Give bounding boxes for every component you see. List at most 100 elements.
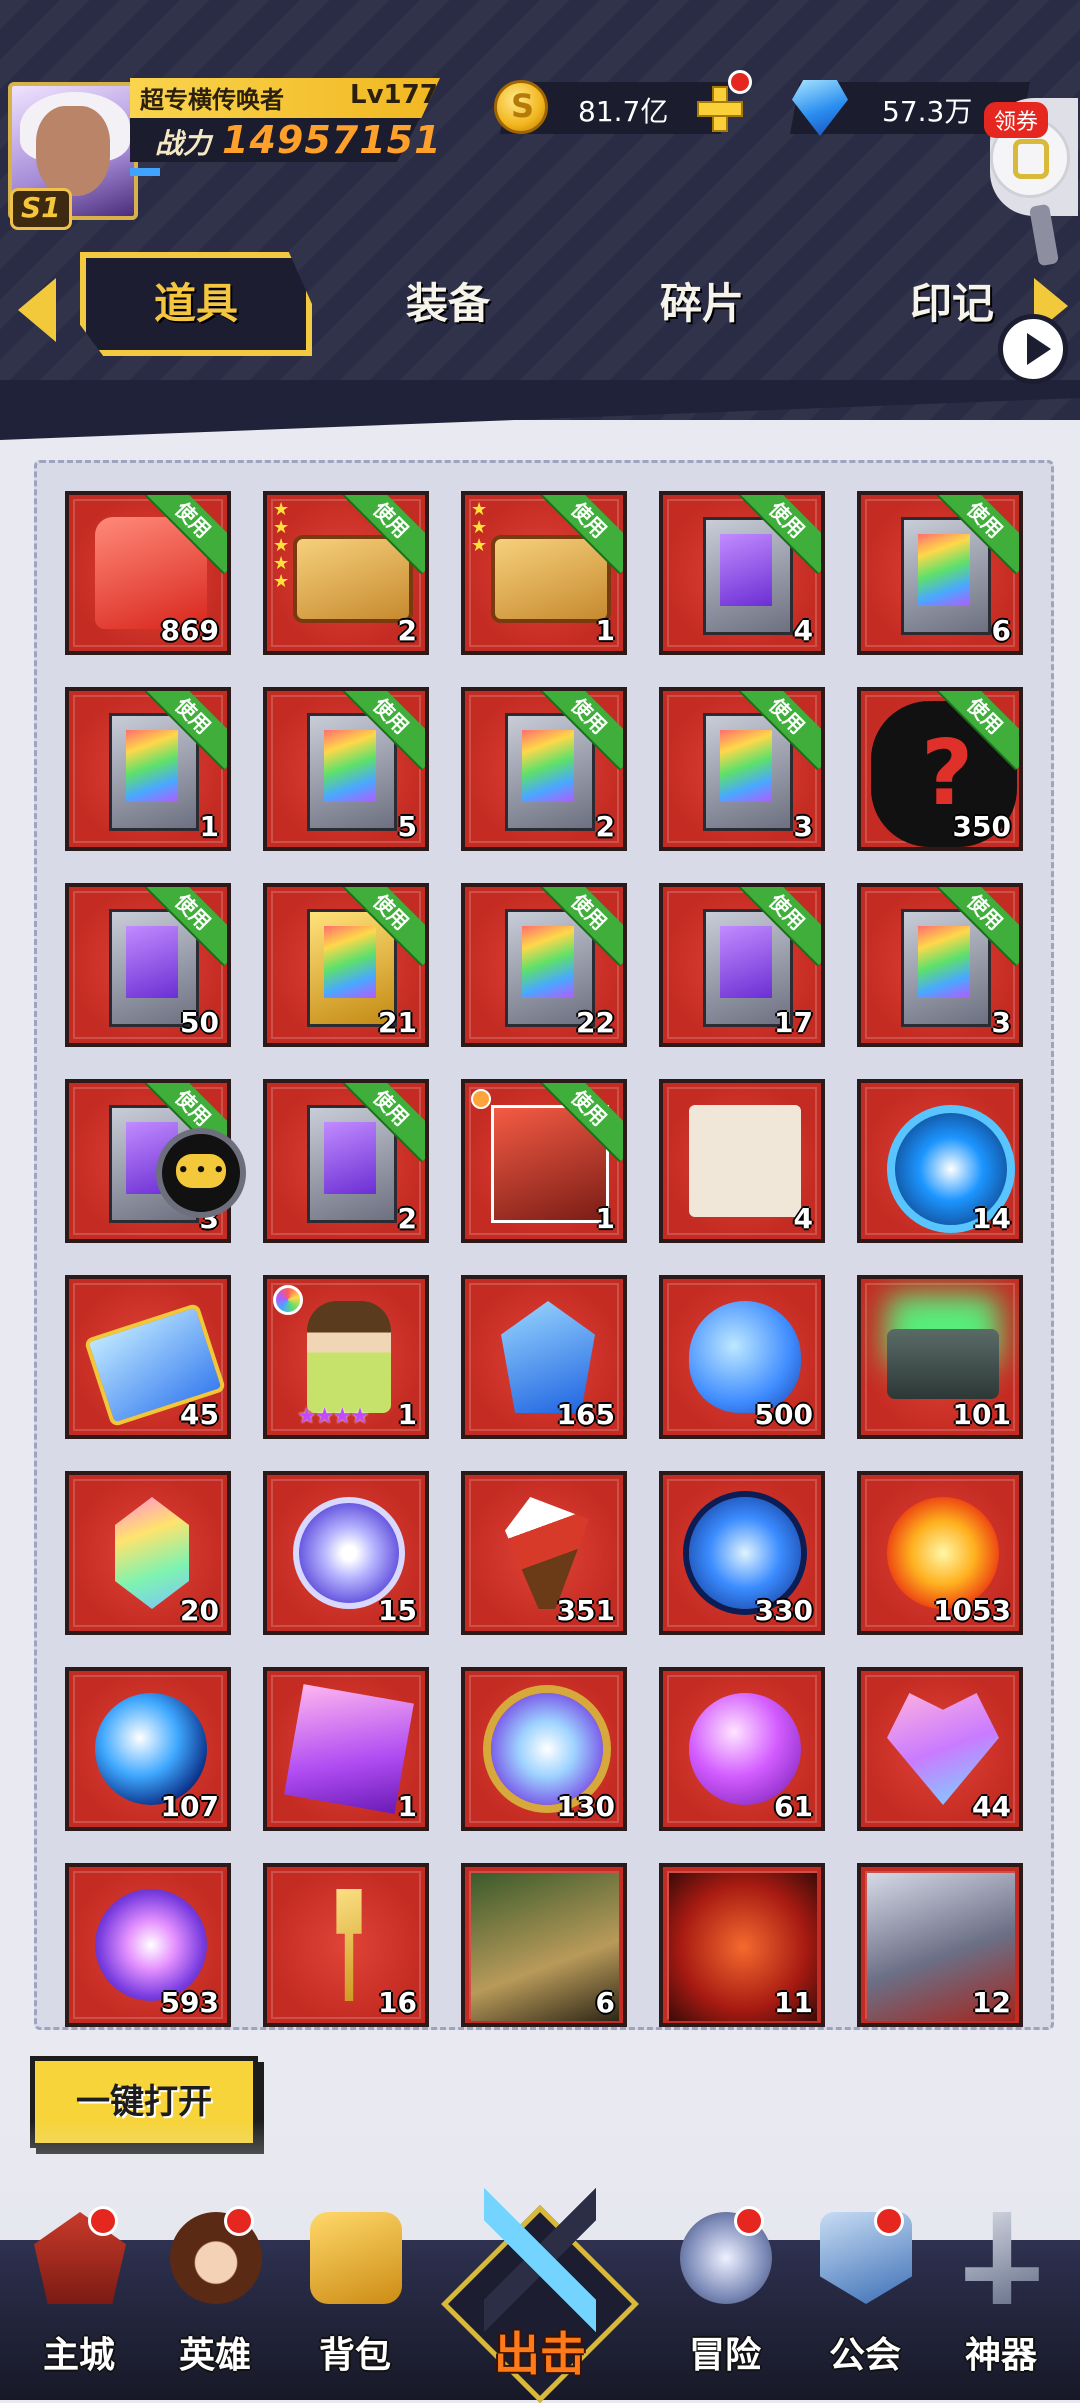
inventory-item[interactable]: 使用 17	[659, 883, 825, 1047]
inventory-item[interactable]: 使用 3	[659, 687, 825, 851]
inventory-item[interactable]: 14	[857, 1079, 1023, 1243]
inventory-item[interactable]: 使用 3	[857, 883, 1023, 1047]
inventory-item[interactable]: 使用 1	[461, 1079, 627, 1243]
inventory-item[interactable]: 165	[461, 1275, 627, 1439]
star-medal-icon	[491, 1693, 603, 1805]
inventory-item[interactable]: 使用 869	[65, 491, 231, 655]
inventory-item[interactable]: 11	[659, 1863, 825, 2027]
avatar-face	[36, 106, 110, 196]
inventory-item[interactable]: 593	[65, 1863, 231, 2027]
item-quantity: 1	[397, 1398, 417, 1431]
item-quantity: 14	[972, 1202, 1011, 1235]
gold-amount: 81.7亿	[578, 95, 669, 128]
inventory-item[interactable]: 1	[263, 1667, 429, 1831]
item-quantity: 61	[774, 1790, 813, 1823]
inventory-item[interactable]: 使用 6	[857, 491, 1023, 655]
inventory-item[interactable]: 351	[461, 1471, 627, 1635]
item-quantity: 1	[199, 810, 219, 843]
rainbow-ring-icon	[273, 1285, 303, 1315]
nav-guild[interactable]: 公会	[800, 2190, 930, 2400]
inventory-item[interactable]: 4	[659, 1079, 825, 1243]
tab-fragments[interactable]: 碎片	[592, 252, 812, 356]
item-quantity: 593	[160, 1986, 219, 2019]
blue-gem-icon	[689, 1497, 801, 1609]
item-quantity: 15	[378, 1594, 417, 1627]
inventory-item[interactable]: 130	[461, 1667, 627, 1831]
flower-bouquet-icon	[505, 1497, 589, 1609]
pink-cube-icon	[284, 1684, 414, 1814]
item-quantity: 130	[556, 1790, 615, 1823]
player-name: 超专横传唤者	[140, 86, 284, 114]
blue-energy-orb-icon	[95, 1693, 207, 1805]
inventory-item[interactable]: 使用350	[857, 687, 1023, 851]
nav-artifact[interactable]: 神器	[936, 2190, 1066, 2400]
tab-items[interactable]: 道具	[80, 252, 312, 356]
inventory-item[interactable]: 使用 21	[263, 883, 429, 1047]
inventory-item[interactable]: 500	[659, 1275, 825, 1439]
nav-badge-dot	[874, 2206, 904, 2236]
coupon-label[interactable]: 领券	[984, 102, 1049, 138]
item-quantity: 12	[972, 1986, 1011, 2019]
inventory-item[interactable]: ★ ★ ★ 使用 1	[461, 491, 627, 655]
five-star-treasure-chest-icon	[293, 535, 413, 623]
item-quantity: 101	[952, 1398, 1011, 1431]
item-quantity: 22	[576, 1006, 615, 1039]
inventory-item[interactable]: 使用 5	[263, 687, 429, 851]
item-quantity: 107	[160, 1790, 219, 1823]
inventory-item[interactable]: 使用 50	[65, 883, 231, 1047]
nav-heroes[interactable]: 英雄	[150, 2190, 280, 2400]
nav-label: 神器	[964, 2335, 1037, 2376]
chat-bubble-icon[interactable]	[156, 1128, 246, 1218]
nav-main-city[interactable]: 主城	[14, 2190, 144, 2400]
gold-coin-icon	[494, 80, 548, 134]
nav-adventure[interactable]: 冒险	[660, 2190, 790, 2400]
tab-scroll-left-icon[interactable]	[18, 278, 56, 342]
inventory-item[interactable]: 101	[857, 1275, 1023, 1439]
inventory-item[interactable]: 6	[461, 1863, 627, 2027]
inventory-item[interactable]: 15	[263, 1471, 429, 1635]
inventory-item[interactable]: 使用 2	[461, 687, 627, 851]
item-quantity: 21	[378, 1006, 417, 1039]
green-glow-box-icon	[887, 1329, 999, 1399]
inventory-item[interactable]: 107	[65, 1667, 231, 1831]
header-background	[0, 0, 1080, 420]
item-quantity: 11	[774, 1986, 813, 2019]
inventory-item[interactable]: 44	[857, 1667, 1023, 1831]
inventory-item[interactable]: 16	[263, 1863, 429, 2027]
inventory-item[interactable]: 12	[857, 1863, 1023, 2027]
rarity-stars-icon: ★ ★ ★ ★ ★	[273, 499, 290, 592]
nav-backpack[interactable]: 背包	[290, 2190, 420, 2400]
inventory-item[interactable]: 20	[65, 1471, 231, 1635]
inventory-item[interactable]: 使用 22	[461, 883, 627, 1047]
item-quantity: 6	[595, 1986, 615, 2019]
sword-artifact-icon	[965, 2212, 1039, 2304]
rainbow-crystal-icon	[115, 1497, 189, 1609]
inventory-item[interactable]: 1053	[857, 1471, 1023, 1635]
crossed-swords-icon	[484, 2180, 596, 2340]
item-quantity: 2	[397, 1202, 417, 1235]
gold-notification-dot	[728, 70, 752, 94]
play-icon[interactable]	[998, 314, 1068, 384]
item-quantity: 44	[972, 1790, 1011, 1823]
item-quantity: 1	[595, 614, 615, 647]
item-quantity: 16	[378, 1986, 417, 2019]
gem-amount: 57.3万	[882, 95, 973, 128]
inventory-item[interactable]: 使用 4	[659, 491, 825, 655]
inventory-panel[interactable]: 使用869★★★★★使用2★★★使用1使用4使用6使用1使用5使用2使用3使用3…	[34, 460, 1054, 2030]
doll-figure-icon	[307, 1301, 391, 1413]
item-quantity: 351	[556, 1594, 615, 1627]
inventory-item[interactable]: 使用 1	[65, 687, 231, 851]
item-quantity: 869	[160, 614, 219, 647]
tab-equipment[interactable]: 装备	[338, 252, 558, 356]
inventory-item[interactable]: 使用 2	[263, 1079, 429, 1243]
item-quantity: 1	[397, 1790, 417, 1823]
inventory-item[interactable]: 61	[659, 1667, 825, 1831]
nav-battle[interactable]: 出击	[440, 2160, 640, 2403]
rarity-stars-icon: ★ ★ ★	[471, 499, 488, 556]
inventory-item[interactable]: ★★★★ 1	[263, 1275, 429, 1439]
inventory-item[interactable]: 45	[65, 1275, 231, 1439]
inventory-item[interactable]: ★ ★ ★ ★ ★ 使用 2	[263, 491, 429, 655]
nav-badge-dot	[88, 2206, 118, 2236]
item-quantity: 330	[754, 1594, 813, 1627]
inventory-item[interactable]: 330	[659, 1471, 825, 1635]
